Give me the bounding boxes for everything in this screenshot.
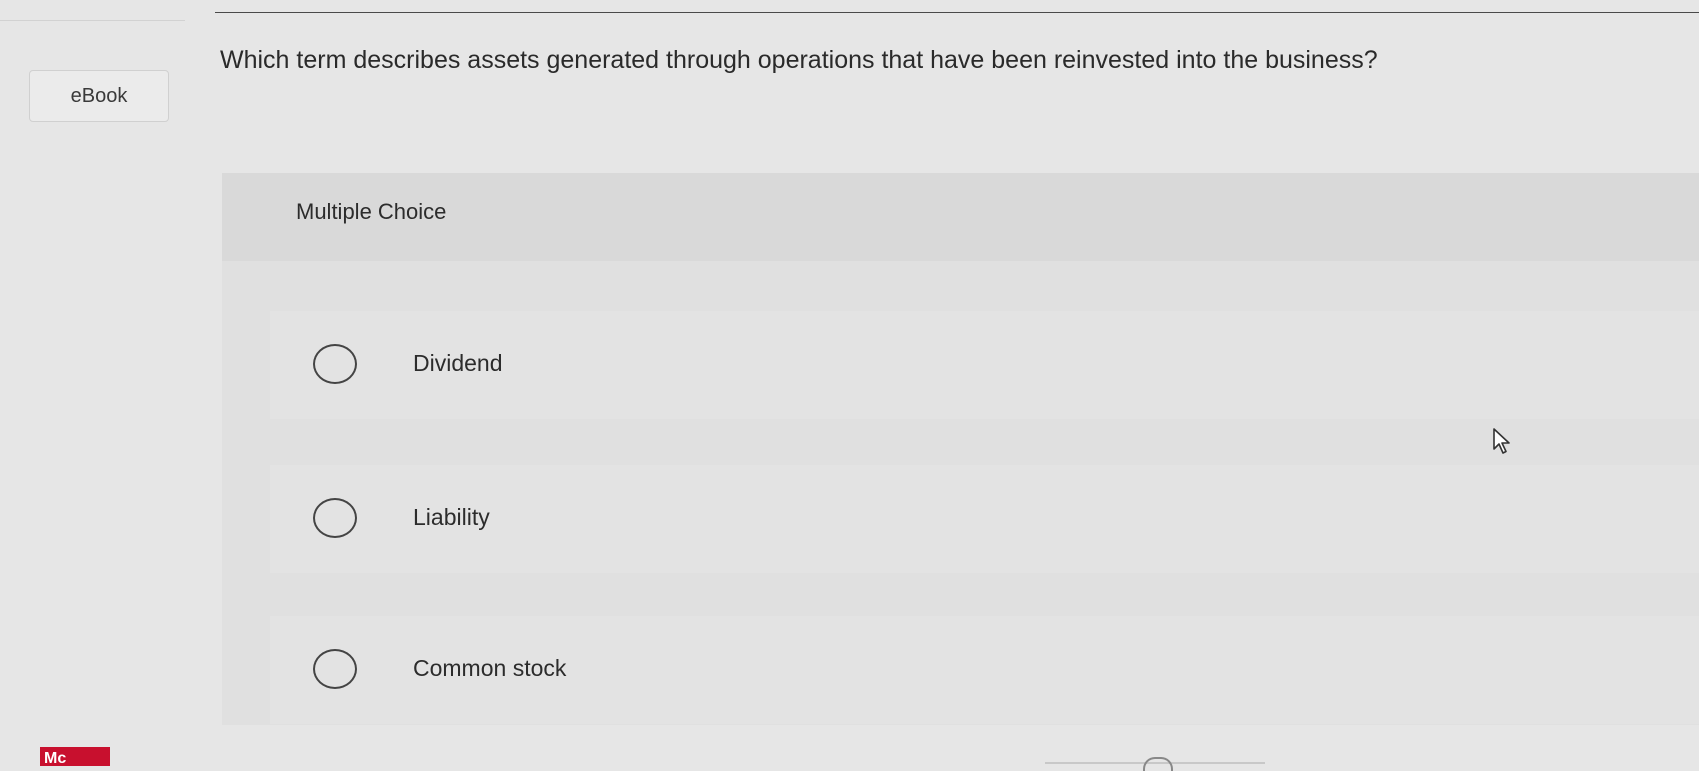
multiple-choice-title: Multiple Choice: [296, 199, 447, 224]
multiple-choice-panel: Multiple Choice Dividend Liability Commo…: [222, 173, 1699, 725]
top-divider-left: [0, 20, 185, 21]
answer-option-label: Common stock: [413, 655, 567, 681]
footer-icon: [1143, 757, 1173, 771]
top-divider: [215, 12, 1699, 13]
mouse-pointer-icon: [1493, 428, 1510, 454]
answer-option-label: Dividend: [413, 350, 503, 376]
radio-unchecked-icon[interactable]: [313, 649, 357, 689]
publisher-logo-text: Mc: [44, 750, 67, 767]
radio-unchecked-icon[interactable]: [313, 498, 357, 538]
answer-option-dividend[interactable]: Dividend: [270, 311, 1699, 419]
multiple-choice-header: Multiple Choice: [222, 173, 1699, 261]
publisher-logo: Mc: [40, 747, 110, 766]
ebook-button-label: eBook: [70, 84, 128, 107]
ebook-button[interactable]: eBook: [29, 70, 169, 122]
answer-option-label: Liability: [413, 504, 490, 530]
radio-unchecked-icon[interactable]: [313, 344, 357, 384]
question-text: Which term describes assets generated th…: [220, 46, 1378, 74]
answer-option-common-stock[interactable]: Common stock: [270, 616, 1699, 724]
answer-option-liability[interactable]: Liability: [270, 465, 1699, 573]
